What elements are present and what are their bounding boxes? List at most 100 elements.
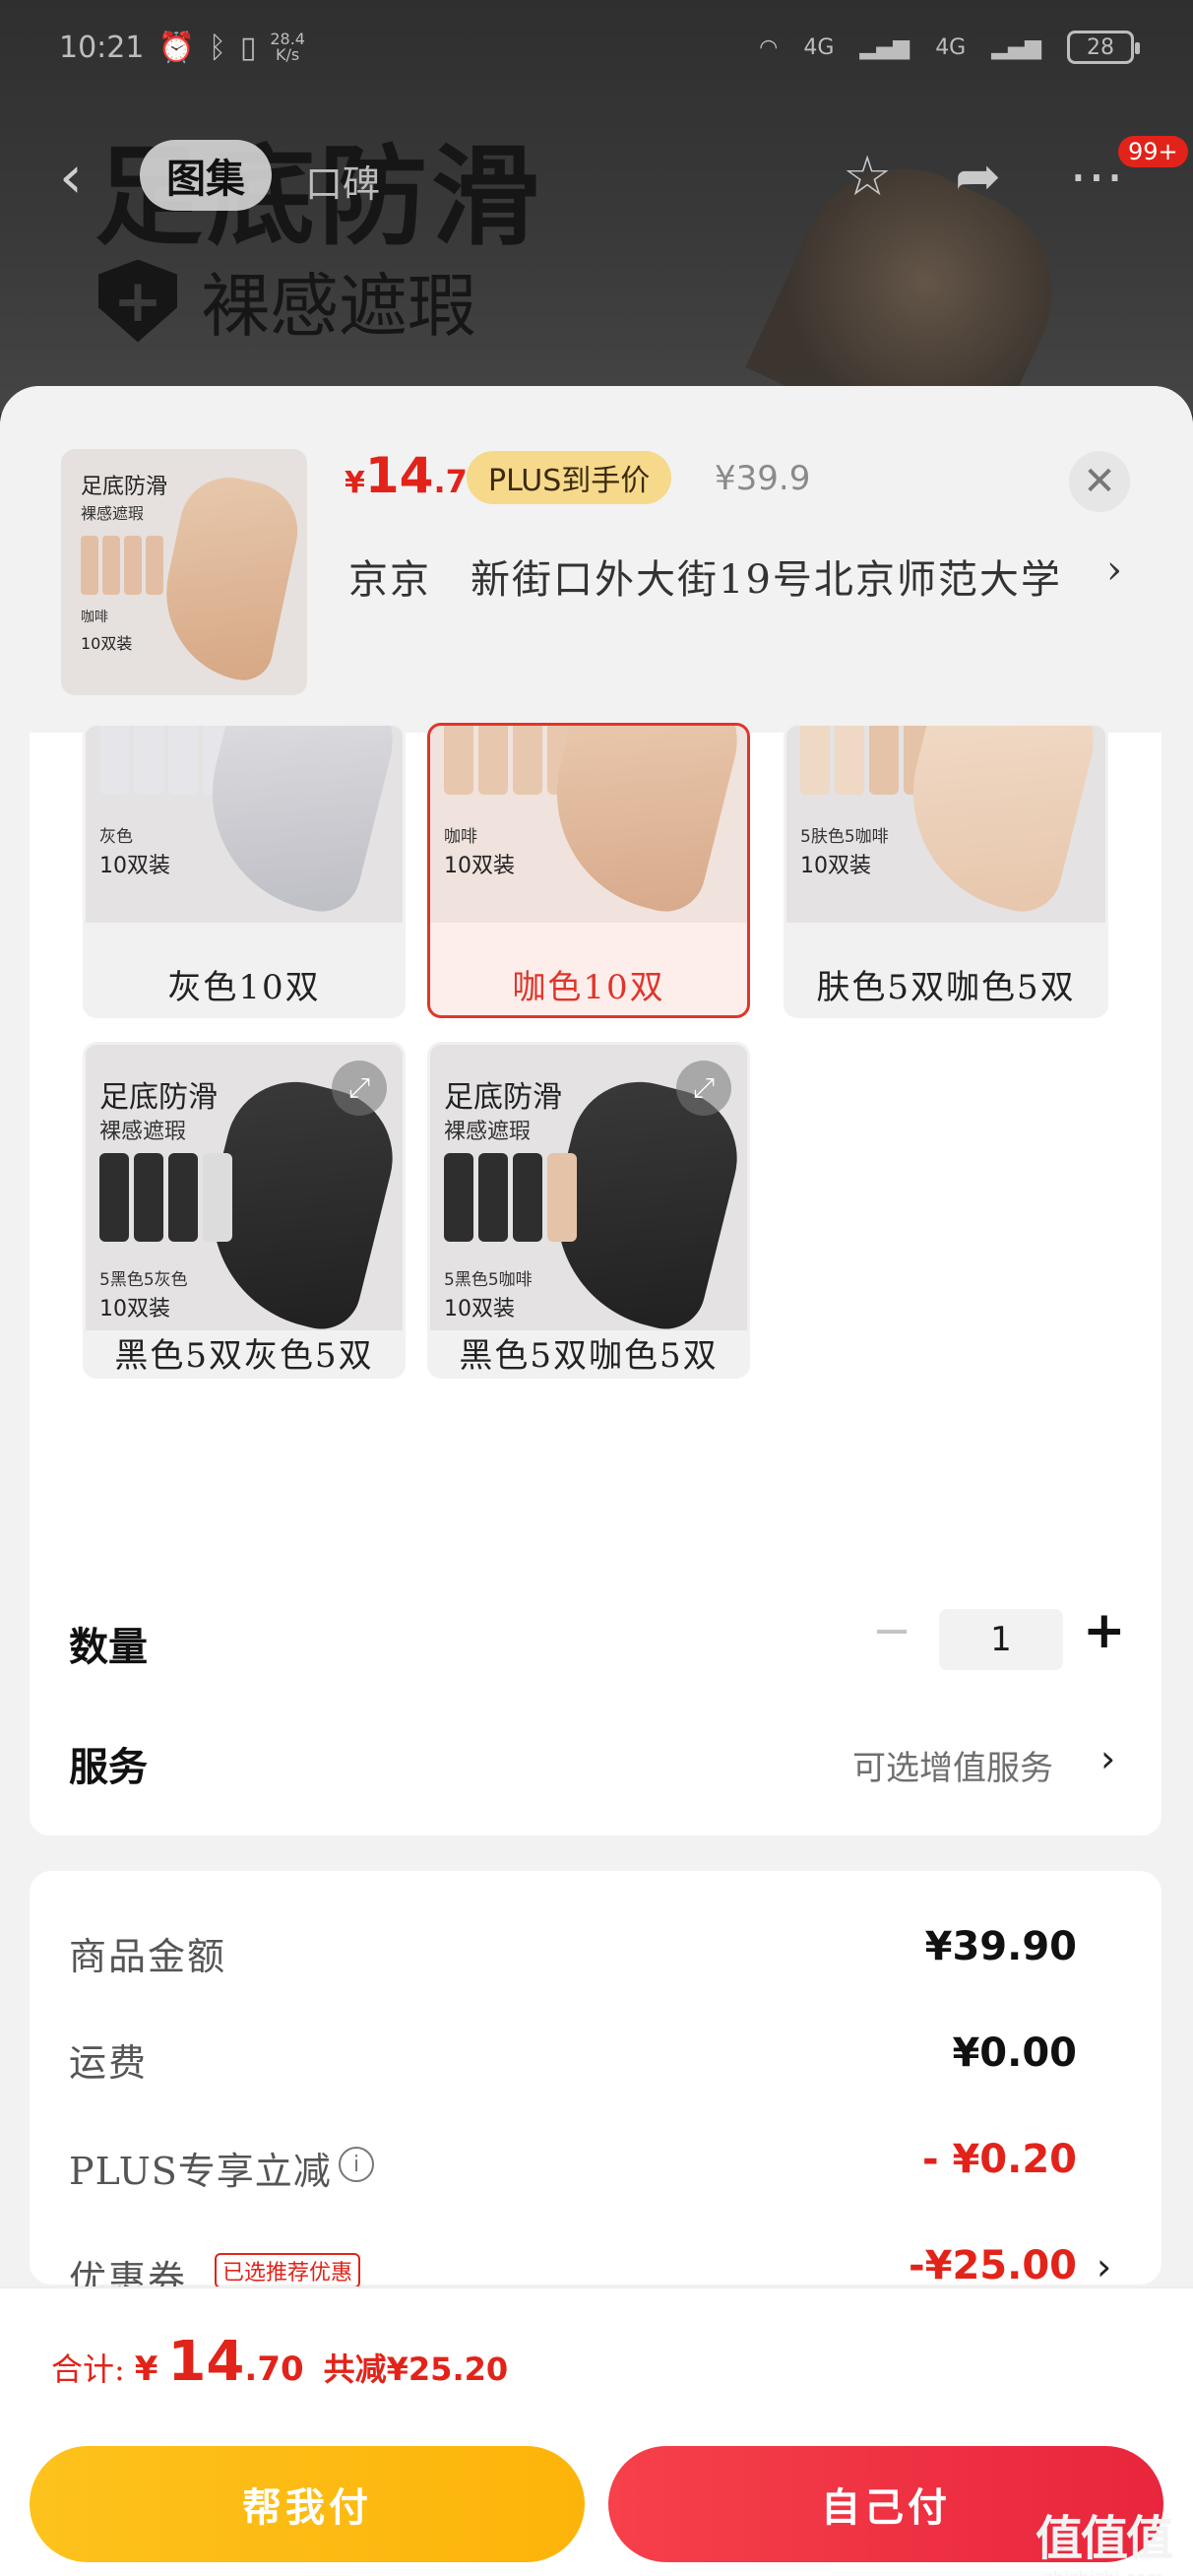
thumb-pack: 10双装 (81, 634, 133, 653)
watermark-logo: 值值值 (1036, 2511, 1173, 2566)
star-favorite-icon[interactable]: ☆ (843, 148, 892, 207)
vibrate-icon: ▯ (239, 30, 257, 65)
variant-image-subtitle: 裸感遮瑕 (99, 1120, 187, 1144)
thumb-foot-image (150, 468, 307, 686)
expand-icon[interactable]: ⤢ (332, 1061, 387, 1116)
thumb-subtitle: 裸感遮瑕 (81, 504, 145, 523)
goods-amount-label: 商品金额 (69, 1935, 227, 1978)
price-summary-card: 商品金额 ¥39.90 运费 ¥0.00 PLUS专享立减 - ¥0.20 优惠… (30, 1871, 1162, 2301)
product-thumbnail[interactable]: 足底防滑 裸感遮瑕 咖啡 10双装 (61, 449, 307, 695)
more-dots-icon[interactable]: ⋯ (1069, 148, 1124, 207)
signal-bars-icon: ▂▄▆ (859, 34, 910, 60)
variant-image: 5肤色5咖啡 10双装 (786, 726, 1105, 923)
net-speed: 28.4 K/s (270, 30, 305, 64)
variant-image-title: 足底防滑 (99, 1080, 218, 1115)
signal-4g-2: 4G (935, 34, 967, 60)
checkout-footer: 合计: ¥ 14 .70 共减¥25.20 帮我付 自己付 (0, 2286, 1193, 2576)
battery-level: 28 (1087, 34, 1114, 60)
variant-image: 咖啡 10双装 (430, 726, 747, 923)
help-pay-button[interactable]: 帮我付 (30, 2446, 585, 2562)
top-nav: ‹ 图集 口碑 ☆ ➦ ⋯ 99+ (0, 128, 1193, 226)
status-time: 10:21 (59, 30, 145, 65)
wifi-icon: ◠ (759, 34, 779, 60)
total-integer: 14 (167, 2330, 245, 2394)
variant-image-pack: 10双装 (444, 854, 515, 878)
address-prefix: 京京 (348, 557, 431, 603)
shipping-value: ¥0.00 (952, 2030, 1077, 2076)
variant-image-color: 5黑色5灰色 (99, 1270, 188, 1290)
site-watermark: 值值值 zhizhizhi.com (1036, 2499, 1173, 2576)
variant-image: 足底防滑 裸感遮瑕 5黑色5咖啡 10双装 ⤢ (430, 1045, 747, 1376)
price-symbol: ¥ (345, 466, 365, 500)
signal-bars-icon-2: ▂▄▆ (991, 34, 1041, 60)
variant-card-black-gray[interactable]: 足底防滑 裸感遮瑕 5黑色5灰色 10双装 ⤢ 黑色5双灰色5双 (83, 1042, 406, 1379)
variant-card-gray[interactable]: 灰色 10双装 灰色10双 (83, 723, 406, 1018)
variant-grid: 灰色 10双装 灰色10双 咖啡 10双装 咖色10双 5肤色5咖啡 10双装 … (30, 723, 1162, 1835)
expand-icon[interactable]: ⤢ (676, 1061, 731, 1116)
close-icon[interactable]: ✕ (1069, 451, 1130, 512)
original-price: ¥39.9 (715, 459, 811, 498)
variant-image-pack: 10双装 (99, 1297, 170, 1321)
total-decimal: .70 (244, 2350, 304, 2389)
price-integer: 14 (364, 447, 434, 504)
tab-reviews[interactable]: 口碑 (305, 154, 380, 208)
share-arrow-icon[interactable]: ➦ (955, 148, 1001, 207)
variant-image-title: 足底防滑 (444, 1080, 562, 1115)
quantity-plus-button[interactable]: + (1083, 1601, 1126, 1660)
variant-image-color: 咖啡 (444, 827, 477, 847)
variant-label: 灰色10双 (167, 968, 321, 1007)
plus-discount-value: - ¥0.20 (921, 2137, 1077, 2182)
status-bar: 10:21 ⏰ ᛒ ▯ 28.4 K/s ◠ 4G ▂▄▆ 4G ▂▄▆ 28 (0, 0, 1193, 95)
service-value[interactable]: 可选增值服务 (852, 1741, 1053, 1789)
plus-discount-label: PLUS专享立减 (69, 2150, 332, 2193)
plus-price-tag: PLUS到手价 (467, 451, 672, 504)
banner-subtitle-row: + 裸感遮瑕 (98, 251, 476, 351)
total-saved: 共减¥25.20 (323, 2351, 509, 2388)
variant-image-color: 5黑色5咖啡 (444, 1270, 533, 1290)
quantity-minus-button[interactable]: − (872, 1603, 911, 1658)
info-icon[interactable]: i (339, 2147, 374, 2182)
chevron-right-icon[interactable]: › (1097, 2245, 1111, 2288)
chevron-right-icon[interactable]: › (1100, 1737, 1115, 1780)
coupon-recommended-tag: 已选推荐优惠 (215, 2253, 361, 2288)
thumb-socks (81, 536, 163, 595)
quantity-input[interactable]: 1 (939, 1609, 1063, 1670)
variant-card-skin-coffee[interactable]: 5肤色5咖啡 10双装 肤色5双咖色5双 (784, 723, 1108, 1018)
chevron-right-icon: › (1106, 547, 1124, 593)
variant-image-color: 5肤色5咖啡 (800, 827, 889, 847)
shield-icon: + (98, 259, 177, 343)
service-label: 服务 (69, 1745, 148, 1790)
variant-label: 黑色5双灰色5双 (86, 1330, 403, 1376)
coupon-value[interactable]: -¥25.00 (909, 2243, 1077, 2288)
alarm-icon: ⏰ (157, 30, 195, 65)
variant-image-color: 灰色 (99, 827, 133, 847)
address-text: 新街口外大街19号北京师范大学 (471, 557, 1062, 603)
thumb-title: 足底防滑 (81, 475, 168, 499)
battery-indicator: 28 (1067, 31, 1140, 64)
current-price: ¥14.7 (345, 447, 468, 504)
variant-image: 灰色 10双装 (86, 726, 403, 923)
signal-4g-1: 4G (803, 34, 835, 60)
watermark-site: zhizhizhi.com (1036, 2568, 1171, 2576)
variant-image-pack: 10双装 (99, 854, 170, 878)
variant-label: 黑色5双咖色5双 (430, 1330, 747, 1376)
sheet-header: 足底防滑 裸感遮瑕 咖啡 10双装 ¥14.7 PLUS到手价 ¥39.9 ✕ … (0, 386, 1193, 733)
variant-label: 咖色10双 (512, 968, 665, 1007)
tab-gallery[interactable]: 图集 (140, 140, 272, 211)
thumb-color: 咖啡 (81, 610, 108, 625)
message-badge: 99+ (1118, 136, 1188, 167)
shipping-label: 运费 (69, 2041, 149, 2085)
banner-subtitle: 裸感遮瑕 (201, 266, 476, 347)
variant-card-coffee[interactable]: 咖啡 10双装 咖色10双 (427, 723, 750, 1018)
variant-image: 足底防滑 裸感遮瑕 5黑色5灰色 10双装 ⤢ (86, 1045, 403, 1376)
quantity-label: 数量 (69, 1625, 148, 1670)
bluetooth-icon: ᛒ (208, 30, 226, 65)
total-label: 合计: (51, 2351, 125, 2388)
variant-image-pack: 10双装 (444, 1297, 515, 1321)
total-line: 合计: ¥ 14 .70 共减¥25.20 (51, 2330, 508, 2394)
variant-image-subtitle: 裸感遮瑕 (444, 1120, 532, 1144)
delivery-address[interactable]: 京京 新街口外大街19号北京师范大学 › (348, 547, 1122, 605)
goods-amount-value: ¥39.90 (924, 1924, 1077, 1969)
variant-card-black-coffee[interactable]: 足底防滑 裸感遮瑕 5黑色5咖啡 10双装 ⤢ 黑色5双咖色5双 (427, 1042, 750, 1379)
back-arrow-icon[interactable]: ‹ (59, 148, 108, 207)
